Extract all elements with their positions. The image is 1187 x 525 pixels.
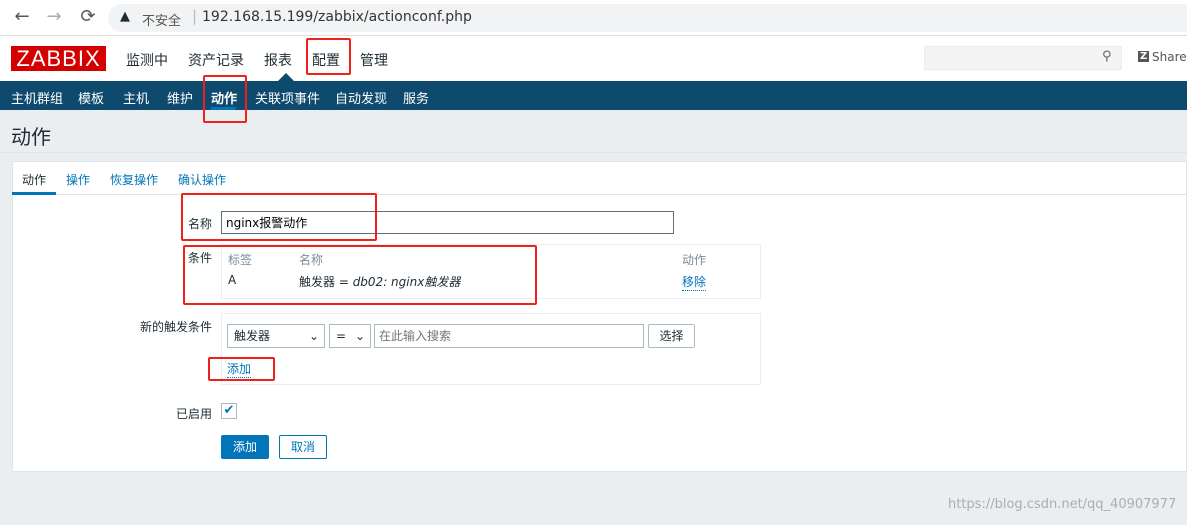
menu-administration[interactable]: 管理 [360, 50, 388, 70]
add-button[interactable]: 添加 [221, 435, 269, 459]
menu-monitoring[interactable]: 监测中 [126, 50, 168, 70]
divider: | [192, 7, 198, 25]
annotation-box [183, 245, 537, 305]
cancel-button[interactable]: 取消 [279, 435, 327, 459]
reload-icon[interactable]: ⟳ [76, 6, 100, 27]
search-input[interactable] [924, 46, 1122, 70]
security-label: 不安全 [142, 14, 182, 29]
annotation-box [203, 75, 247, 123]
share-icon: Z [1138, 51, 1150, 62]
tab-acknowledge-operations[interactable]: 确认操作 [178, 171, 226, 188]
new-condition-label: 新的触发条件 [139, 320, 212, 334]
operator-select[interactable]: = ⌄ [329, 324, 371, 348]
subnav-maintenance[interactable]: 维护 [167, 88, 193, 107]
column-action: 动作 [682, 253, 707, 267]
enabled-label: 已启用 [175, 407, 212, 421]
menu-reports[interactable]: 报表 [264, 50, 292, 70]
chevron-down-icon: ⌄ [308, 329, 319, 343]
warning-icon: ▲ [120, 9, 130, 24]
enabled-checkbox[interactable]: ✔ [221, 403, 237, 419]
subnav-hosts[interactable]: 主机 [123, 88, 149, 107]
chevron-down-icon: ⌄ [354, 329, 365, 343]
annotation-box [181, 193, 377, 241]
tab-action[interactable]: 动作 [22, 171, 46, 188]
annotation-box [208, 357, 275, 381]
divider [0, 152, 1187, 153]
tab-recovery-operations[interactable]: 恢复操作 [110, 171, 158, 188]
menu-inventory[interactable]: 资产记录 [188, 50, 244, 70]
zabbix-logo[interactable]: ZABBIX [11, 46, 106, 71]
url-text: 192.168.15.199/zabbix/actionconf.php [202, 9, 472, 25]
remove-condition-link[interactable]: 移除 [682, 273, 707, 291]
subnav-hostgroups[interactable]: 主机群组 [11, 88, 63, 107]
subnav-services[interactable]: 服务 [403, 88, 429, 107]
select-button[interactable]: 选择 [648, 324, 695, 348]
share-link[interactable]: Share [1152, 50, 1187, 64]
active-menu-caret [278, 73, 294, 81]
trigger-search-input[interactable] [374, 324, 644, 348]
address-bar[interactable]: ▲ 不安全 | 192.168.15.199/zabbix/actionconf… [108, 4, 1187, 32]
condition-type-select[interactable]: 触发器 ⌄ [227, 324, 325, 348]
forward-icon[interactable]: → [42, 6, 66, 27]
active-tab-indicator [12, 192, 56, 195]
watermark: https://blog.csdn.net/qq_40907977 [948, 497, 1177, 512]
operator-value: = [336, 329, 347, 343]
subnav-templates[interactable]: 模板 [78, 88, 104, 107]
subnav-discovery[interactable]: 自动发现 [335, 88, 387, 107]
search-icon[interactable]: ⚲ [1102, 49, 1112, 64]
condition-type-value: 触发器 [234, 329, 271, 343]
annotation-box [306, 38, 351, 75]
tab-operations[interactable]: 操作 [66, 171, 90, 188]
page-title: 动作 [11, 125, 51, 149]
subnav-event-correlation[interactable]: 关联项事件 [255, 88, 320, 107]
back-icon[interactable]: ← [10, 6, 34, 27]
